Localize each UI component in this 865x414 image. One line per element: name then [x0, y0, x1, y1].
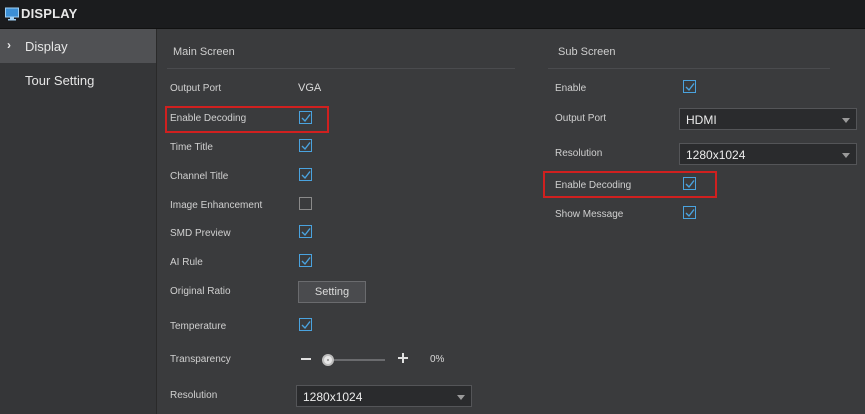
chevron-down-icon	[457, 395, 465, 400]
content-area: Main Screen Output Port VGA Enable Decod…	[157, 29, 865, 414]
main-screen-title: Main Screen	[173, 46, 235, 58]
transparency-slider-handle[interactable]	[322, 354, 334, 366]
checkmark-icon	[301, 257, 311, 266]
sub-resolution-label: Resolution	[555, 148, 603, 159]
channel-title-label: Channel Title	[170, 171, 229, 182]
sub-enable-label: Enable	[555, 83, 587, 94]
chevron-down-icon	[842, 153, 850, 158]
main-enable-decoding-label: Enable Decoding	[170, 113, 247, 124]
monitor-icon	[5, 7, 19, 21]
smd-preview-label: SMD Preview	[170, 228, 231, 239]
sub-enable-decoding-label: Enable Decoding	[555, 180, 632, 191]
minus-icon[interactable]	[301, 358, 311, 360]
main-resolution-select[interactable]: 1280x1024	[296, 385, 472, 407]
main-enable-decoding-checkbox[interactable]	[299, 111, 312, 124]
time-title-checkbox[interactable]	[299, 139, 312, 152]
sub-resolution-select[interactable]: 1280x1024	[679, 143, 857, 165]
image-enhancement-checkbox[interactable]	[299, 197, 312, 210]
temperature-checkbox[interactable]	[299, 318, 312, 331]
checkmark-icon	[301, 114, 311, 123]
ai-rule-label: AI Rule	[170, 257, 203, 268]
sub-output-port-value: HDMI	[686, 113, 717, 127]
sub-screen-title: Sub Screen	[558, 46, 616, 58]
window-title: DISPLAY	[21, 6, 78, 21]
sub-output-port-label: Output Port	[555, 113, 607, 124]
main-resolution-label: Resolution	[170, 390, 218, 401]
checkmark-icon	[301, 321, 311, 330]
chevron-right-icon: ›	[7, 38, 11, 52]
show-message-label: Show Message	[555, 209, 624, 220]
checkmark-icon	[685, 180, 695, 189]
plus-icon[interactable]	[398, 353, 408, 363]
sub-screen-divider	[548, 68, 830, 69]
sidebar-item-label: Display	[25, 39, 68, 54]
checkmark-icon	[685, 83, 695, 92]
transparency-value: 0%	[430, 354, 445, 365]
sidebar-item-label: Tour Setting	[25, 73, 95, 88]
show-message-checkbox[interactable]	[683, 206, 696, 219]
transparency-label: Transparency	[170, 354, 231, 365]
original-ratio-setting-button[interactable]: Setting	[298, 281, 366, 303]
sidebar: › Display Tour Setting	[0, 29, 157, 414]
checkmark-icon	[685, 209, 695, 218]
channel-title-checkbox[interactable]	[299, 168, 312, 181]
smd-preview-checkbox[interactable]	[299, 225, 312, 238]
original-ratio-label: Original Ratio	[170, 286, 231, 297]
sidebar-item-display[interactable]: › Display	[0, 29, 156, 63]
main-output-port-value: VGA	[298, 82, 322, 94]
sub-enable-decoding-checkbox[interactable]	[683, 177, 696, 190]
sub-resolution-value: 1280x1024	[686, 148, 746, 162]
sub-output-port-select[interactable]: HDMI	[679, 108, 857, 130]
main-screen-divider	[167, 68, 515, 69]
checkmark-icon	[301, 142, 311, 151]
temperature-label: Temperature	[170, 321, 227, 332]
image-enhancement-label: Image Enhancement	[170, 200, 263, 211]
main-output-port-label: Output Port	[170, 83, 222, 94]
checkmark-icon	[301, 228, 311, 237]
time-title-label: Time Title	[170, 142, 213, 153]
chevron-down-icon	[842, 118, 850, 123]
checkmark-icon	[301, 171, 311, 180]
main-resolution-value: 1280x1024	[303, 390, 363, 404]
ai-rule-checkbox[interactable]	[299, 254, 312, 267]
title-bar: DISPLAY	[0, 0, 865, 29]
sidebar-item-tour-setting[interactable]: Tour Setting	[0, 63, 156, 97]
sub-enable-checkbox[interactable]	[683, 80, 696, 93]
